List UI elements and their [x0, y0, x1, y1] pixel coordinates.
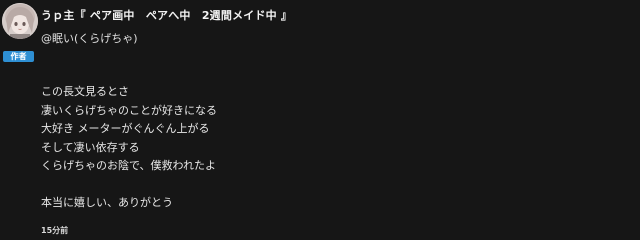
user-handle[interactable]: @眠い(くらげちゃ) [41, 30, 138, 46]
comment-body: この長文見るとさ 凄いくらげちゃのことが好きになる 大好き メーターがぐんぐん上… [41, 83, 601, 213]
comment-line: 本当に嬉しい、ありがとう [41, 196, 173, 209]
comment-line: そして凄い依存する [41, 140, 140, 154]
timestamp: 15分前 [41, 226, 69, 235]
avatar-image [2, 3, 38, 39]
username[interactable]: うｐ主『 ペア画中 ペアへ中 2週間メイド中 』 [41, 7, 292, 23]
comment-line: 大好き メーターがぐんぐん上がる [41, 122, 210, 135]
author-badge: 作者 [3, 51, 34, 62]
comment-line: くらげちゃのお陰で、僕救われたよ [41, 159, 217, 172]
comment-line: この長文見るとさ [41, 85, 129, 98]
comment-line-blank [41, 176, 601, 195]
avatar[interactable] [2, 3, 38, 39]
comment-card: 作者 うｐ主『 ペア画中 ペアへ中 2週間メイド中 』 @眠い(くらげちゃ) こ… [0, 0, 640, 240]
comment-line: 凄いくらげちゃのことが好きになる [41, 103, 217, 117]
